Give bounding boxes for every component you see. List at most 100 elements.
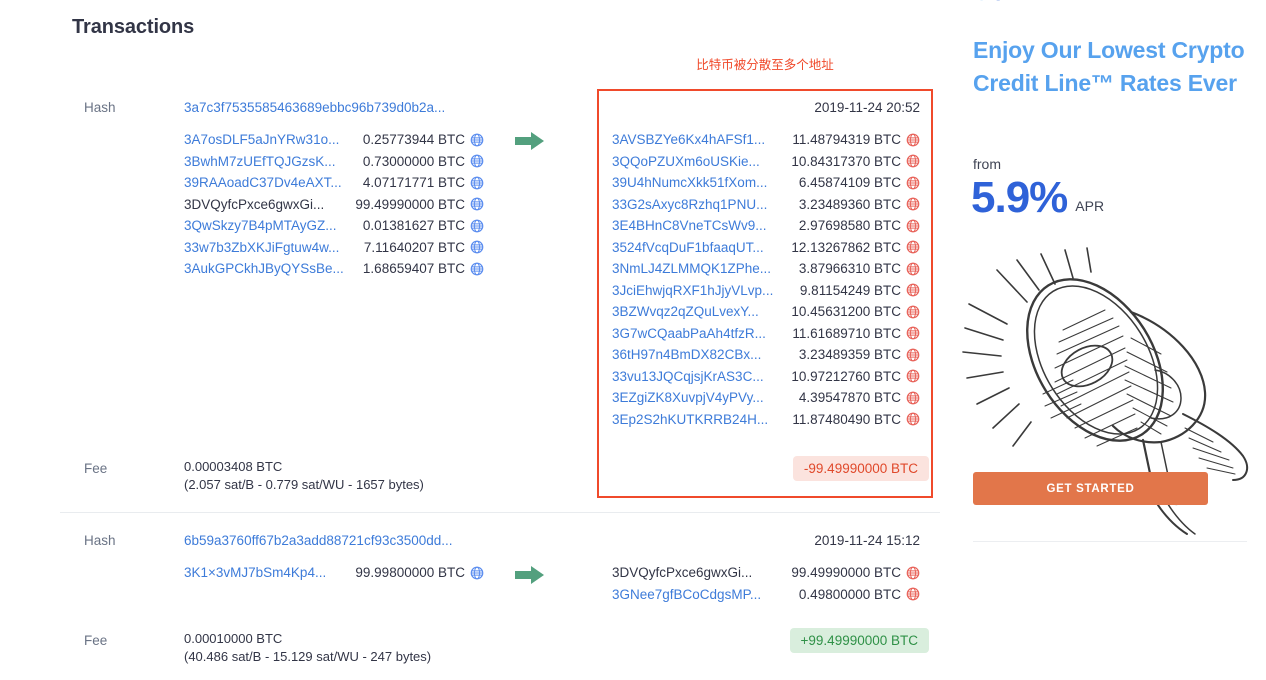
hash-label: Hash bbox=[84, 100, 116, 115]
io-row: 3A7osDLF5aJnYRw31o... 0.25773944 BTC bbox=[184, 129, 484, 151]
address-link[interactable]: 3QwSkzy7B4pMTAyGZ... bbox=[184, 218, 356, 233]
transactions-section: Transactions 比特币被分散至多个地址 Hash 3a7c3f75355… bbox=[0, 0, 955, 680]
address-link[interactable]: 3524fVcqDuF1bfaaqUT... bbox=[612, 240, 784, 255]
globe-red-icon[interactable] bbox=[906, 133, 920, 147]
globe-red-icon[interactable] bbox=[906, 283, 920, 297]
arrow-right-icon bbox=[515, 565, 545, 585]
transaction-timestamp: 2019-11-24 20:52 bbox=[814, 100, 920, 115]
amount-value: 0.01381627 BTC bbox=[362, 218, 465, 234]
io-row: 3AukGPCkhJByQYSsBe... 1.68659407 BTC bbox=[184, 258, 484, 280]
io-row: 39RAAoadC37Dv4eAXT... 4.07171771 BTC bbox=[184, 172, 484, 194]
globe-red-icon[interactable] bbox=[470, 197, 484, 211]
io-row: 33w7b3ZbXKJiFgtuw4w... 7.11640207 BTC bbox=[184, 237, 484, 259]
ad-headline: Enjoy Our Lowest Crypto Credit Line™ Rat… bbox=[973, 37, 1245, 96]
get-started-button[interactable]: GET STARTED bbox=[973, 472, 1208, 505]
address-link[interactable]: 3QQoPZUXm6oUSKie... bbox=[612, 154, 784, 169]
hash-label: Hash bbox=[84, 533, 116, 548]
inputs-list: 3K1×3vMJ7bSm4Kp4... 99.99800000 BTC bbox=[184, 562, 484, 584]
arrow-right-icon bbox=[515, 131, 545, 151]
globe-red-icon[interactable] bbox=[470, 133, 484, 147]
address-link[interactable]: 3G7wCQaabPaAh4tfzR... bbox=[612, 326, 784, 341]
globe-red-icon[interactable] bbox=[906, 154, 920, 168]
address-link[interactable]: 3BZWvqz2qZQuLvexY... bbox=[612, 304, 784, 319]
transaction-hash-link[interactable]: 6b59a3760ff67b2a3add88721cf93c3500dd... bbox=[184, 533, 453, 548]
address-link[interactable]: 3BwhM7zUEfTQJGzsK... bbox=[184, 154, 356, 169]
amount-value: 7.11640207 BTC bbox=[363, 239, 465, 255]
io-row: 3DVQyfcPxce6gwxGi... 99.49990000 BTC bbox=[184, 194, 484, 216]
amount-value: 10.45631200 BTC bbox=[791, 304, 901, 320]
address-link[interactable]: 33vu13JQCqjsjKrAS3C... bbox=[612, 369, 784, 384]
globe-red-icon[interactable] bbox=[906, 348, 920, 362]
address-link: 3DVQyfcPxce6gwxGi... bbox=[184, 196, 325, 212]
ad-from-label: from bbox=[973, 156, 1001, 172]
globe-red-icon[interactable] bbox=[906, 262, 920, 276]
address-link[interactable]: 39U4hNumcXkk51fXom... bbox=[612, 175, 784, 190]
advertisement-panel[interactable]: Enjoy Our Lowest Crypto Credit Line™ Rat… bbox=[955, 0, 1266, 680]
amount-value: 4.07171771 BTC bbox=[362, 175, 465, 191]
globe-red-icon[interactable] bbox=[906, 369, 920, 383]
fee-detail: (2.057 sat/B - 0.779 sat/WU - 1657 bytes… bbox=[184, 476, 424, 492]
amount-value: 11.61689710 BTC bbox=[792, 325, 901, 341]
globe-red-icon[interactable] bbox=[906, 326, 920, 340]
io-row: 3Ep2S2hKUTKRRB24H... 11.87480490 BTC bbox=[612, 409, 920, 431]
globe-red-icon[interactable] bbox=[470, 154, 484, 168]
globe-red-icon[interactable] bbox=[470, 176, 484, 190]
io-row: 3524fVcqDuF1bfaaqUT... 12.13267862 BTC bbox=[612, 237, 920, 259]
amount-value: 10.84317370 BTC bbox=[791, 153, 901, 169]
io-row: 3K1×3vMJ7bSm4Kp4... 99.99800000 BTC bbox=[184, 562, 484, 584]
globe-red-icon[interactable] bbox=[906, 176, 920, 190]
globe-red-icon[interactable] bbox=[470, 240, 484, 254]
io-row: 3BwhM7zUEfTQJGzsK... 0.73000000 BTC bbox=[184, 151, 484, 173]
address-link[interactable]: 3JciEhwjqRXF1hJjyVLvp... bbox=[612, 283, 784, 298]
ad-divider bbox=[973, 541, 1247, 542]
globe-red-icon[interactable] bbox=[906, 412, 920, 426]
globe-red-icon[interactable] bbox=[906, 391, 920, 405]
amount-value: 10.97212760 BTC bbox=[791, 368, 901, 384]
ad-rate-group: 5.9% APR bbox=[971, 176, 1104, 220]
globe-red-icon[interactable] bbox=[906, 305, 920, 319]
io-row: 3NmLJ4ZLMMQK1ZPhe... 3.87966310 BTC bbox=[612, 258, 920, 280]
globe-red-icon[interactable] bbox=[906, 219, 920, 233]
address-link[interactable]: 3K1×3vMJ7bSm4Kp4... bbox=[184, 565, 355, 580]
address-link[interactable]: 33G2sAxyc8Rzhq1PNU... bbox=[612, 197, 784, 212]
io-row: 3BZWvqz2qZQuLvexY... 10.45631200 BTC bbox=[612, 301, 920, 323]
io-row: 3QQoPZUXm6oUSKie... 10.84317370 BTC bbox=[612, 151, 920, 173]
address-link[interactable]: 36tH97n4BmDX82CBx... bbox=[612, 347, 784, 362]
transaction-timestamp: 2019-11-24 15:12 bbox=[814, 533, 920, 548]
globe-red-icon[interactable] bbox=[470, 219, 484, 233]
globe-red-icon[interactable] bbox=[906, 197, 920, 211]
address-link[interactable]: 3Ep2S2hKUTKRRB24H... bbox=[612, 412, 784, 427]
address-link[interactable]: 3EZgiZK8XuvpjV4yPVy... bbox=[612, 390, 784, 405]
globe-red-icon[interactable] bbox=[470, 262, 484, 276]
amount-value: 1.68659407 BTC bbox=[362, 261, 465, 277]
address-link[interactable]: 33w7b3ZbXKJiFgtuw4w... bbox=[184, 240, 356, 255]
amount-value: 12.13267862 BTC bbox=[791, 239, 901, 255]
globe-red-icon[interactable] bbox=[906, 587, 920, 601]
ad-apr-label: APR bbox=[1075, 198, 1105, 214]
blockchain-transactions-page: Transactions 比特币被分散至多个地址 Hash 3a7c3f75355… bbox=[0, 0, 1266, 680]
transaction-hash-link[interactable]: 3a7c3f7535585463689ebbc96b739d0b2a... bbox=[184, 100, 445, 115]
amount-value: 3.23489359 BTC bbox=[798, 347, 901, 363]
address-link[interactable]: 3E4BHnC8VneTCsWv9... bbox=[612, 218, 784, 233]
amount-value: 2.97698580 BTC bbox=[798, 218, 901, 234]
address-link[interactable]: 3A7osDLF5aJnYRw31o... bbox=[184, 132, 356, 147]
balance-badge: +99.49990000 BTC bbox=[789, 628, 929, 653]
address-link[interactable]: 3AukGPCkhJByQYSsBe... bbox=[184, 261, 356, 276]
amount-value: 3.23489360 BTC bbox=[798, 196, 901, 212]
globe-red-icon[interactable] bbox=[906, 566, 920, 580]
io-row: 3JciEhwjqRXF1hJjyVLvp... 9.81154249 BTC bbox=[612, 280, 920, 302]
io-row: 39U4hNumcXkk51fXom... 6.45874109 BTC bbox=[612, 172, 920, 194]
address-link[interactable]: 3AVSBZYe6Kx4hAFSf1... bbox=[612, 132, 784, 147]
io-row: 3GNee7gfBCoCdgsMP... 0.49800000 BTC bbox=[612, 584, 920, 606]
address-link[interactable]: 39RAAoadC37Dv4eAXT... bbox=[184, 175, 356, 190]
io-row: 33vu13JQCqjsjKrAS3C... 10.97212760 BTC bbox=[612, 366, 920, 388]
globe-red-icon[interactable] bbox=[470, 566, 484, 580]
address-link[interactable]: 3NmLJ4ZLMMQK1ZPhe... bbox=[612, 261, 784, 276]
io-row: 3E4BHnC8VneTCsWv9... 2.97698580 BTC bbox=[612, 215, 920, 237]
outputs-list: 3DVQyfcPxce6gwxGi... 99.49990000 BTC 3GNee… bbox=[612, 562, 920, 605]
page-title: Transactions bbox=[72, 16, 195, 38]
fee-label: Fee bbox=[84, 461, 108, 476]
globe-red-icon[interactable] bbox=[906, 240, 920, 254]
address-link[interactable]: 3GNee7gfBCoCdgsMP... bbox=[612, 587, 784, 602]
fee-label: Fee bbox=[84, 633, 108, 648]
